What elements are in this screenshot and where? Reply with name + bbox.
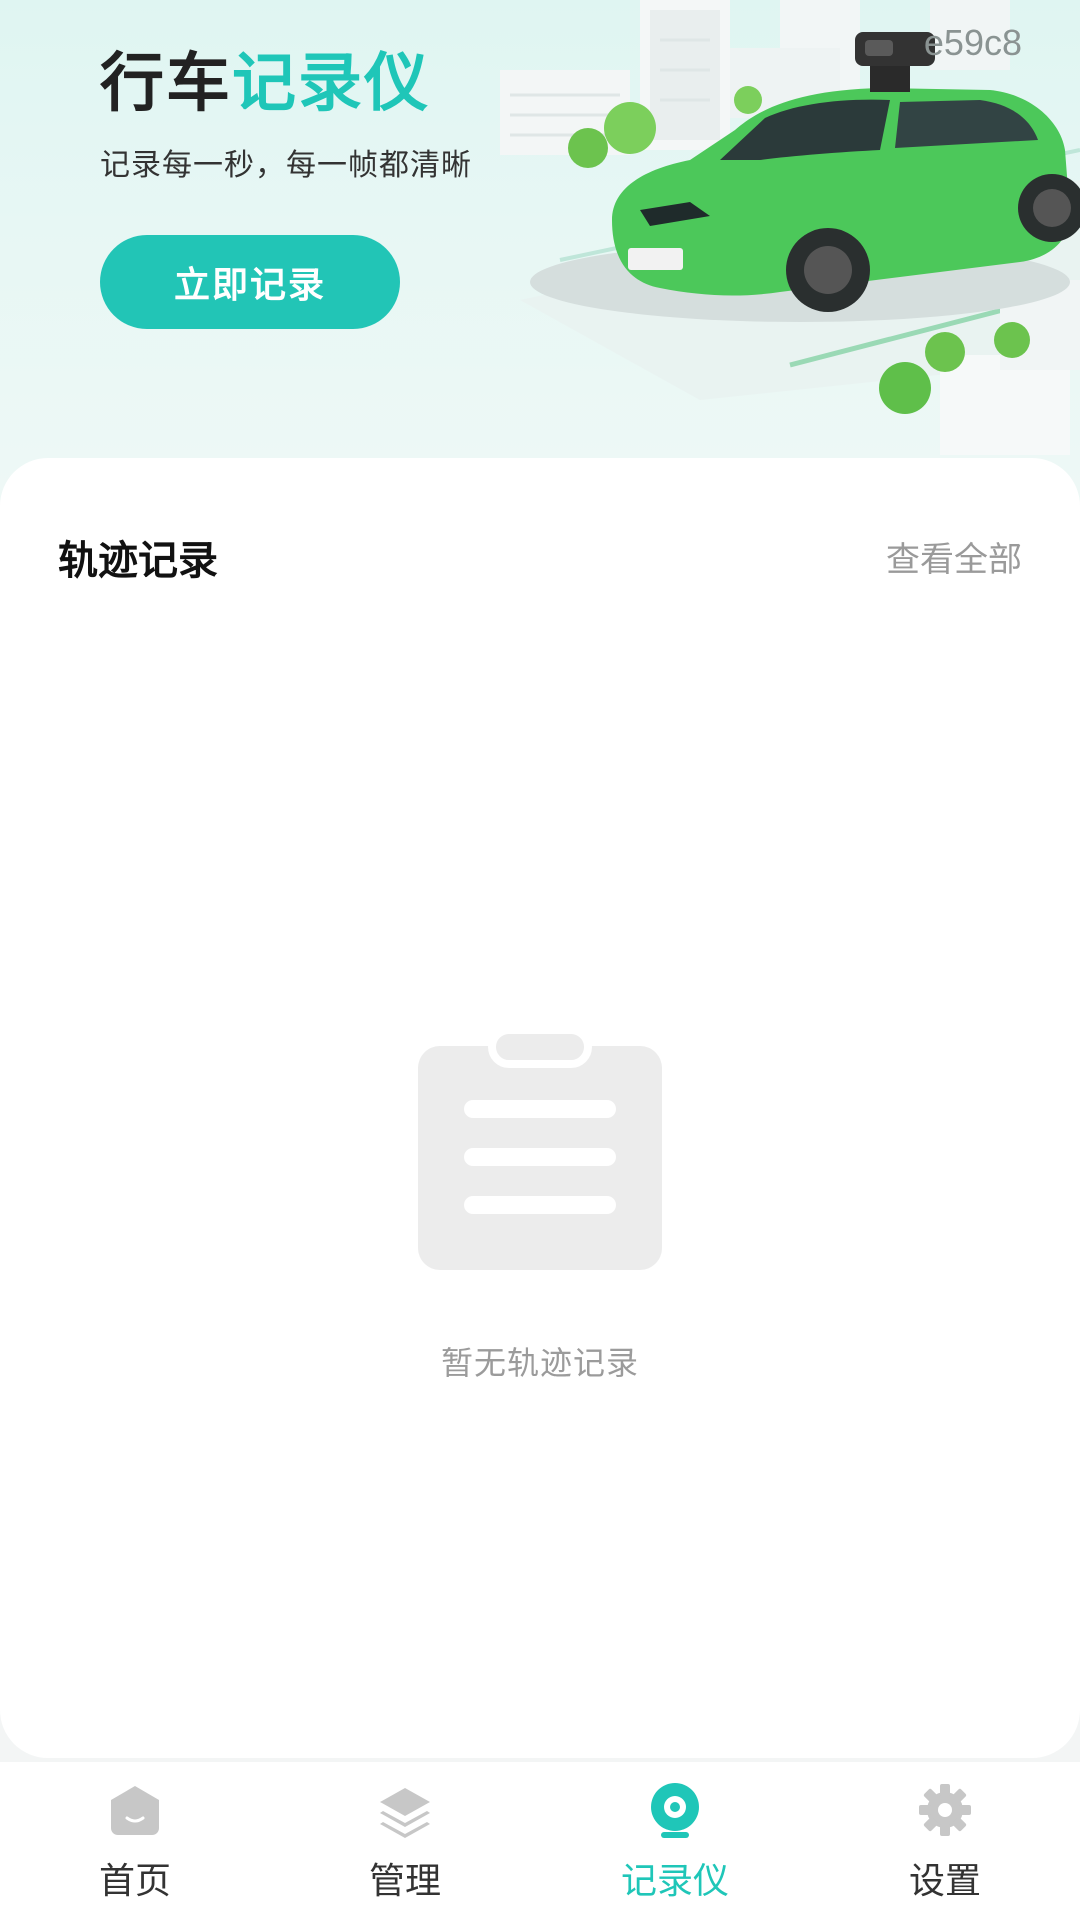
hero-title-accent: 记录仪 — [232, 47, 430, 121]
home-icon — [111, 1786, 159, 1835]
gear-icon — [919, 1784, 971, 1836]
section-title: 轨迹记录 — [58, 538, 218, 584]
layers-icon — [380, 1788, 430, 1838]
tab-recorder[interactable]: 记录仪 — [540, 1762, 810, 1920]
tab-manage[interactable]: 管理 — [270, 1762, 540, 1920]
record-now-button[interactable]: 立即记录 — [100, 235, 400, 329]
hero-title: 行车记录仪 — [100, 44, 430, 124]
tab-label-recorder: 记录仪 — [620, 1861, 729, 1902]
tab-home[interactable]: 首页 — [0, 1762, 270, 1920]
hero-title-plain: 行车 — [100, 47, 232, 121]
hero-banner: e59c8 行车记录仪 记录每一秒，每一帧都清晰 立即记录 — [0, 0, 1080, 500]
tab-settings[interactable]: 设置 — [810, 1762, 1080, 1920]
tab-label-settings: 设置 — [908, 1861, 981, 1902]
bottom-tab-bar: 首页 管理 记录仪 设置 — [0, 1762, 1080, 1920]
device-id: e59c8 — [923, 22, 1022, 63]
view-all-link[interactable]: 查看全部 — [886, 532, 1022, 581]
tab-label-manage: 管理 — [368, 1861, 441, 1902]
dashcam-page: e59c8 行车记录仪 记录每一秒，每一帧都清晰 立即记录 轨迹记录 查看全部 … — [0, 0, 1080, 1920]
hero-subtitle: 记录每一秒，每一帧都清晰 — [100, 148, 472, 183]
tab-label-home: 首页 — [98, 1861, 171, 1902]
camera-icon — [651, 1783, 699, 1838]
empty-state-text: 暂无轨迹记录 — [440, 1344, 639, 1382]
clipboard-icon — [418, 1030, 662, 1270]
track-record-card: 轨迹记录 查看全部 暂无轨迹记录 — [0, 458, 1080, 1758]
